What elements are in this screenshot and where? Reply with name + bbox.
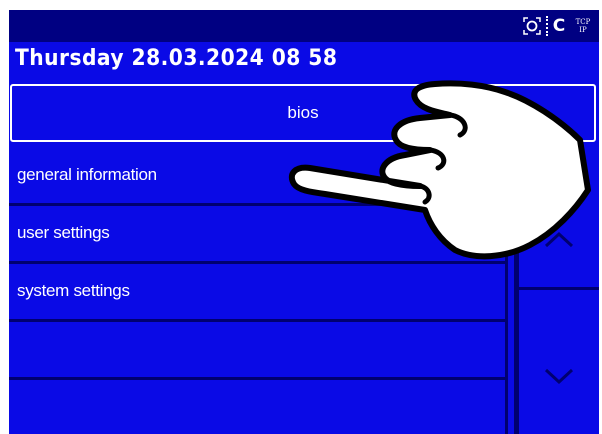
tcp-label: TCP: [575, 18, 591, 26]
page-title: bios: [287, 103, 319, 122]
menu-item-user-settings[interactable]: user settings: [9, 206, 505, 264]
menu-item-empty-2[interactable]: [9, 380, 505, 434]
menu-item-empty-1[interactable]: [9, 322, 505, 380]
scroll-up-button[interactable]: [519, 148, 599, 290]
focus-icon: [522, 16, 542, 36]
chevron-down-icon: [544, 368, 574, 385]
chevron-up-icon: [544, 231, 574, 248]
tcp-ip-icon: TCP IP: [573, 16, 593, 36]
menu-item-label: user settings: [17, 223, 110, 242]
page-title-bar: bios: [10, 84, 596, 142]
status-bar: C TCP IP: [9, 10, 599, 42]
scroll-down-button[interactable]: [519, 290, 599, 434]
date-time-display: Thursday 28.03.2024 08 58: [15, 46, 338, 71]
menu-item-label: general information: [17, 165, 157, 184]
menu-item-system-settings[interactable]: system settings: [9, 264, 505, 322]
menu-item-label: system settings: [17, 281, 130, 300]
status-icons: C TCP IP: [522, 16, 593, 36]
menu-divider: [505, 148, 508, 434]
device-screen: C TCP IP Thursday 28.03.2024 08 58 bios …: [9, 10, 599, 434]
menu-item-general-information[interactable]: general information: [9, 148, 505, 206]
ip-label: IP: [579, 26, 587, 34]
c-icon: C: [546, 16, 569, 36]
